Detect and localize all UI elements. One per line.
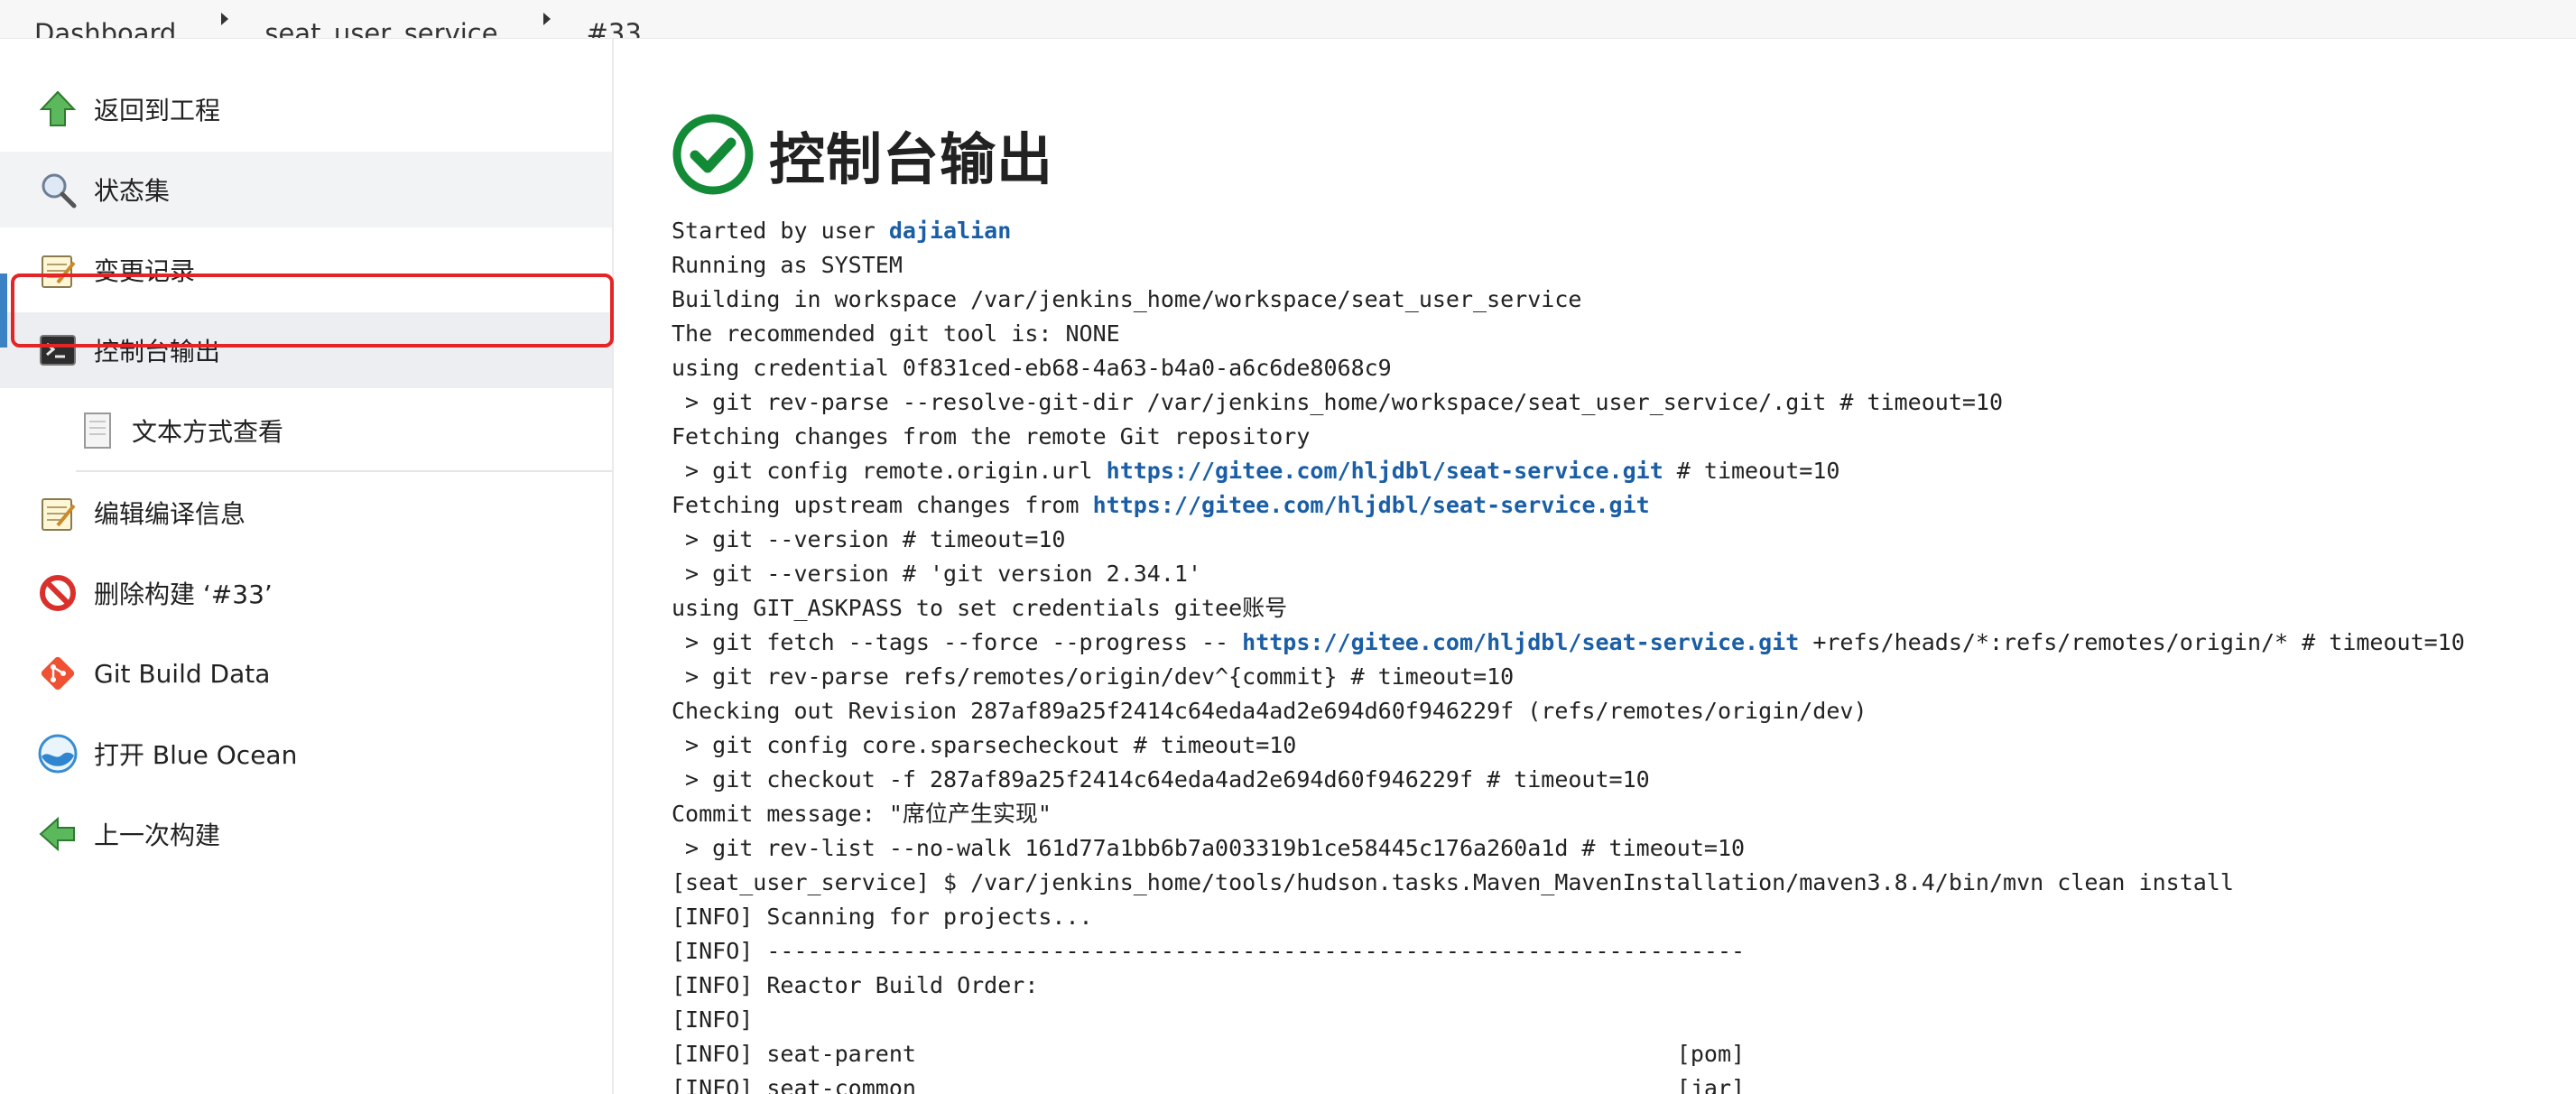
console-line: Checking out Revision 287af89a25f2414c64…	[672, 698, 1867, 724]
sidebar-item-previous-build[interactable]: 上一次构建	[0, 796, 612, 872]
sidebar-item-label: 状态集	[94, 176, 171, 206]
sidebar-item-console-output[interactable]: 控制台输出	[0, 312, 612, 388]
console-line: [INFO] ---------------------------------…	[672, 938, 1746, 964]
console-text: +refs/heads/*:refs/remotes/origin/* # ti…	[1799, 629, 2465, 655]
terminal-icon	[36, 329, 79, 372]
console-line: > git config remote.origin.url https://g…	[672, 454, 2465, 488]
sidebar-item-open-blue-ocean[interactable]: 打开 Blue Ocean	[0, 716, 612, 792]
breadcrumb-chevron-icon[interactable]	[221, 13, 229, 25]
console-line: [INFO] seat-parent [pom]	[672, 1041, 1746, 1067]
console-line: [INFO] Reactor Build Order:	[672, 972, 1039, 998]
repo-link[interactable]: https://gitee.com/hljdbl/seat-service.gi…	[1242, 629, 1799, 655]
console-line: [INFO]	[672, 1006, 754, 1033]
repo-link[interactable]: https://gitee.com/hljdbl/seat-service.gi…	[1093, 492, 1650, 518]
repo-link[interactable]: https://gitee.com/hljdbl/seat-service.gi…	[1107, 458, 1663, 484]
git-icon	[36, 652, 79, 695]
console-line: Started by user dajialian	[672, 214, 2465, 248]
console-line: [INFO] Scanning for projects...	[672, 904, 1093, 930]
sidebar-item-changes[interactable]: 变更记录	[0, 232, 612, 308]
sidebar: 返回到工程 状态集 变更记录 控制台输出 文本方式查看 编辑编译信息 删除构建 …	[0, 39, 614, 1094]
breadcrumb-dashboard[interactable]: Dashboard	[34, 18, 176, 38]
console-line: [seat_user_service] $ /var/jenkins_home/…	[672, 869, 2234, 895]
notepad-icon	[36, 491, 79, 534]
console-line: The recommended git tool is: NONE	[672, 320, 1120, 347]
console-line: Commit message: "席位产生实现"	[672, 801, 1052, 827]
sidebar-item-edit-build-info[interactable]: 编辑编译信息	[0, 475, 612, 551]
console-line: > git rev-parse --resolve-git-dir /var/j…	[672, 389, 2004, 415]
sidebar-item-label: Git Build Data	[94, 658, 271, 689]
breadcrumb-build[interactable]: #33	[587, 18, 642, 38]
console-line: Building in workspace /var/jenkins_home/…	[672, 286, 1582, 312]
console-line: Running as SYSTEM	[672, 252, 903, 278]
up-arrow-icon	[36, 88, 79, 131]
console-line: using GIT_ASKPASS to set credentials git…	[672, 595, 1288, 621]
sidebar-item-label: 编辑编译信息	[94, 499, 246, 529]
magnifier-icon	[36, 168, 79, 211]
user-link[interactable]: dajialian	[889, 218, 1011, 244]
console-text: > git fetch --tags --force --progress --	[672, 629, 1243, 655]
console-text: Started by user	[672, 218, 889, 244]
sidebar-item-label: 返回到工程	[94, 96, 221, 125]
notepad-icon	[36, 248, 79, 292]
console-line: > git rev-parse refs/remotes/origin/dev^…	[672, 663, 1515, 690]
console-line: [INFO] seat-common [jar]	[672, 1075, 1746, 1094]
console-line: Fetching changes from the remote Git rep…	[672, 423, 1311, 450]
sidebar-item-label: 删除构建 ‘#33’	[94, 579, 273, 609]
console-line: Fetching upstream changes from https://g…	[672, 488, 2465, 523]
sidebar-item-delete-build[interactable]: 删除构建 ‘#33’	[0, 555, 612, 631]
console-text: > git config remote.origin.url	[672, 458, 1107, 484]
sidebar-item-status[interactable]: 状态集	[0, 152, 612, 227]
breadcrumb-project[interactable]: seat_user_service	[264, 18, 497, 38]
sidebar-divider	[76, 470, 612, 472]
console-line: > git --version # timeout=10	[672, 526, 1066, 552]
left-arrow-icon	[36, 812, 79, 856]
sidebar-item-label: 文本方式查看	[132, 417, 284, 447]
document-icon	[76, 409, 119, 452]
breadcrumb-chevron-icon[interactable]	[542, 13, 551, 25]
console-line: using credential 0f831ced-eb68-4a63-b4a0…	[672, 355, 1392, 381]
console-text: # timeout=10	[1663, 458, 1840, 484]
console-line: > git rev-list --no-walk 161d77a1bb6b7a0…	[672, 835, 1746, 861]
blue-ocean-icon	[36, 732, 79, 775]
breadcrumb: Dashboard seat_user_service #33	[0, 0, 2576, 39]
console-line: > git --version # 'git version 2.34.1'	[672, 561, 1201, 587]
page-title: 控制台输出	[769, 126, 1054, 192]
success-check-icon	[672, 114, 754, 195]
sidebar-item-label: 控制台输出	[94, 337, 221, 366]
main-content: 控制台输出 Started by user dajialian Running a…	[672, 39, 2576, 1094]
sidebar-item-label: 变更记录	[94, 256, 196, 286]
sidebar-item-git-build-data[interactable]: Git Build Data	[0, 635, 612, 711]
sidebar-item-view-as-plain-text[interactable]: 文本方式查看	[0, 393, 612, 468]
sidebar-item-back-to-project[interactable]: 返回到工程	[0, 71, 612, 147]
console-text: Fetching upstream changes from	[672, 492, 1093, 518]
console-line: > git checkout -f 287af89a25f2414c64eda4…	[672, 766, 1650, 793]
console-line: > git fetch --tags --force --progress --…	[672, 626, 2465, 660]
no-entry-icon	[36, 571, 79, 615]
page-header: 控制台输出	[672, 113, 1053, 196]
console-line: > git config core.sparsecheckout # timeo…	[672, 732, 1297, 758]
sidebar-item-label: 上一次构建	[94, 820, 221, 850]
sidebar-item-label: 打开 Blue Ocean	[94, 740, 298, 770]
console-output: Started by user dajialian Running as SYST…	[672, 214, 2465, 1094]
active-indicator	[0, 274, 7, 348]
